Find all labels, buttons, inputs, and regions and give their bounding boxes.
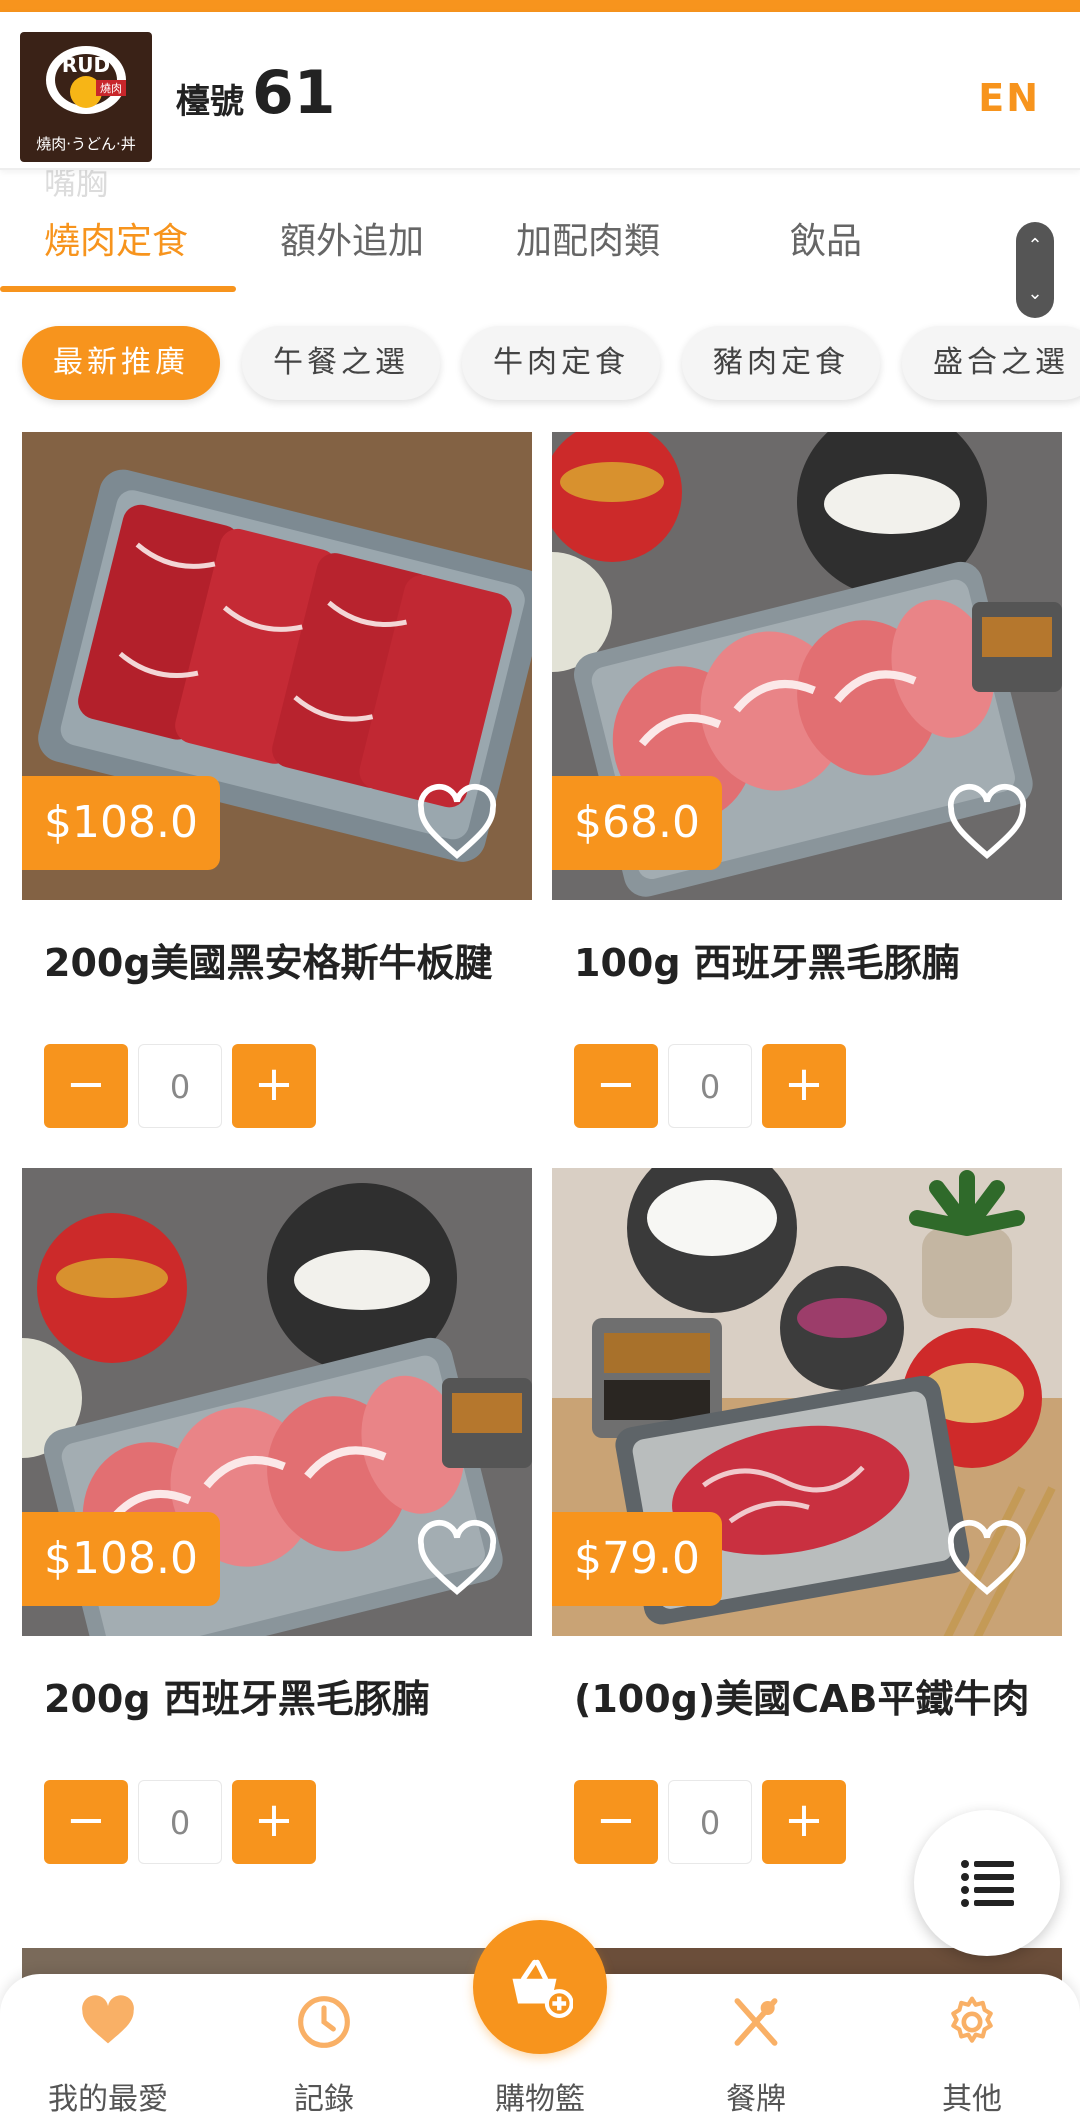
subcategory-chips: 最新推廣 午餐之選 牛肉定食 豬肉定食 盛合之選 [0, 326, 1080, 406]
product-price: $108.0 [22, 776, 220, 870]
increase-button[interactable]: + [232, 1044, 316, 1128]
category-tabs: 燒肉定食 額外追加 加配肉類 飲品 [0, 200, 1000, 296]
product-card[interactable]: $68.0 100g 西班牙黑毛豚腩 − 0 + [552, 432, 1062, 1142]
gear-icon [951, 1996, 993, 2043]
chip-pork-set[interactable]: 豬肉定食 [682, 326, 880, 400]
nav-records[interactable]: 記錄 [216, 1974, 432, 2123]
heart-icon[interactable] [944, 1516, 1030, 1602]
utensils-icon [734, 1998, 778, 2046]
restaurant-logo: RUD 燒肉 燒肉·うどん·丼 [20, 32, 152, 162]
chevron-up-icon[interactable]: ⌃ [1016, 222, 1054, 270]
nav-favorites-label: 我的最愛 [48, 2082, 168, 2117]
chip-latest-promo[interactable]: 最新推廣 [22, 326, 220, 400]
quantity-stepper: − 0 + [574, 1044, 854, 1128]
language-toggle-button[interactable]: EN [978, 76, 1040, 120]
decrease-button[interactable]: − [574, 1780, 658, 1864]
quantity-value[interactable]: 0 [668, 1044, 752, 1128]
increase-button[interactable]: + [762, 1044, 846, 1128]
chip-combo[interactable]: 盛合之選 [902, 326, 1080, 400]
product-name: 200g 西班牙黑毛豚腩 [44, 1677, 430, 1721]
quantity-value[interactable]: 0 [668, 1780, 752, 1864]
heart-icon [82, 1995, 134, 2044]
decrease-button[interactable]: − [44, 1780, 128, 1864]
product-price: $108.0 [22, 1512, 220, 1606]
active-tab-indicator [0, 286, 236, 292]
svg-text:燒肉: 燒肉 [100, 81, 122, 95]
nav-others[interactable]: 其他 [864, 1974, 1080, 2123]
svg-text:RUD: RUD [62, 53, 110, 77]
heart-icon[interactable] [414, 1516, 500, 1602]
app-header: RUD 燒肉 燒肉·うどん·丼 檯號 61 EN [0, 12, 1080, 170]
nav-records-label: 記錄 [294, 2082, 354, 2117]
tab-extra-add[interactable]: 額外追加 [280, 212, 424, 264]
nav-menu[interactable]: 餐牌 [648, 1974, 864, 2123]
nav-favorites[interactable]: 我的最愛 [0, 1974, 216, 2123]
heart-icon[interactable] [944, 780, 1030, 866]
tab-bbq-set[interactable]: 燒肉定食 [44, 212, 188, 264]
logo-subtitle: 燒肉·うどん·丼 [36, 135, 136, 153]
table-label: 檯號 [176, 82, 244, 122]
chip-lunch[interactable]: 午餐之選 [242, 326, 440, 400]
decrease-button[interactable]: − [574, 1044, 658, 1128]
chip-beef-set[interactable]: 牛肉定食 [462, 326, 660, 400]
order-list-button[interactable] [914, 1810, 1060, 1956]
basket-add-icon [512, 1959, 573, 2018]
nav-menu-label: 餐牌 [726, 2082, 786, 2117]
quantity-stepper: − 0 + [44, 1044, 324, 1128]
increase-button[interactable]: + [762, 1780, 846, 1864]
product-card[interactable]: $79.0 (100g)美國CAB平鐵牛肉 − 0 + [552, 1168, 1062, 1908]
tab-scroll-control[interactable]: ⌃ ⌄ [1016, 222, 1054, 318]
increase-button[interactable]: + [232, 1780, 316, 1864]
decrease-button[interactable]: − [44, 1044, 128, 1128]
product-name: (100g)美國CAB平鐵牛肉 [574, 1677, 1030, 1721]
heart-icon[interactable] [414, 780, 500, 866]
product-card[interactable]: $108.0 200g 西班牙黑毛豚腩 − 0 + [22, 1168, 532, 1908]
product-price: $68.0 [552, 776, 722, 870]
tab-extra-meat[interactable]: 加配肉類 [516, 212, 660, 264]
chevron-down-icon[interactable]: ⌄ [1016, 270, 1054, 318]
quantity-value[interactable]: 0 [138, 1780, 222, 1864]
product-name: 100g 西班牙黑毛豚腩 [574, 941, 960, 985]
product-name: 200g美國黑安格斯牛板腱 [44, 941, 493, 985]
cart-button[interactable] [473, 1920, 607, 2054]
table-number: 61 [252, 58, 336, 128]
quantity-stepper: − 0 + [574, 1780, 854, 1864]
product-card[interactable]: $108.0 200g美國黑安格斯牛板腱 − 0 + [22, 432, 532, 1142]
product-price: $79.0 [552, 1512, 722, 1606]
top-accent-bar [0, 0, 1080, 12]
nav-cart-label: 購物籃 [495, 2082, 585, 2117]
tab-drinks[interactable]: 飲品 [790, 212, 862, 264]
quantity-stepper: − 0 + [44, 1780, 324, 1864]
list-icon [961, 1860, 1014, 1907]
nav-others-label: 其他 [942, 2082, 1002, 2117]
clock-icon [298, 1996, 350, 2048]
quantity-value[interactable]: 0 [138, 1044, 222, 1128]
